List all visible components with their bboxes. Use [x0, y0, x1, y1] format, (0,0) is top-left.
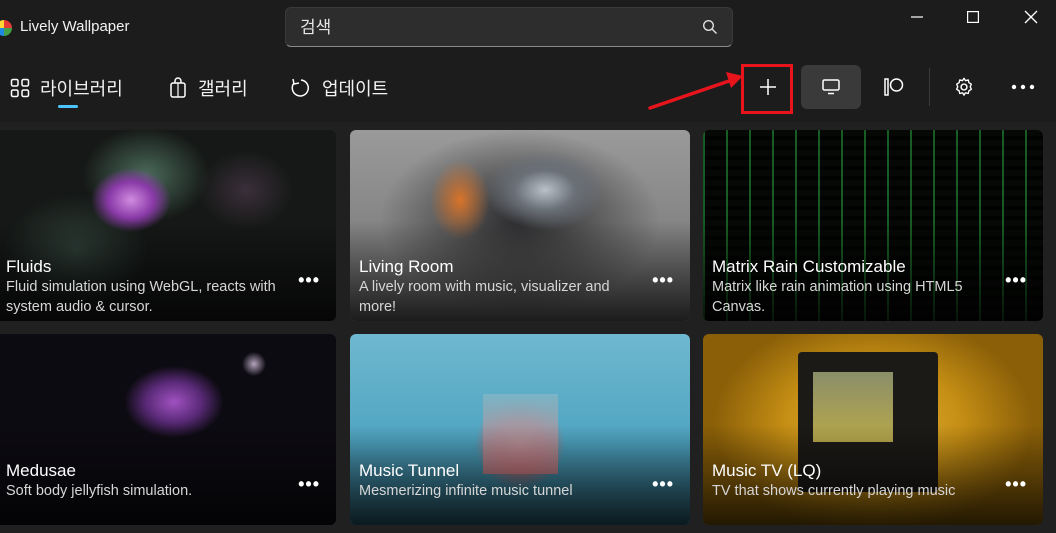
annotation-highlight-box: [741, 64, 793, 114]
wallpaper-more-button[interactable]: •••: [1005, 270, 1027, 291]
maximize-icon: [967, 11, 979, 23]
toolbar-divider: [929, 68, 930, 106]
wallpaper-card[interactable]: Fluids Fluid simulation using WebGL, rea…: [0, 130, 336, 321]
nav-library[interactable]: 라이브러리: [10, 74, 123, 102]
wallpaper-more-button[interactable]: •••: [298, 270, 320, 291]
wallpaper-description: TV that shows currently playing music: [712, 483, 956, 499]
wallpaper-description: Fluid simulation using WebGL, reacts wit…: [6, 279, 276, 315]
wallpaper-title: Matrix Rain Customizable: [712, 257, 906, 276]
close-button[interactable]: [1008, 0, 1054, 34]
wallpaper-more-button[interactable]: •••: [652, 474, 674, 495]
nav-update-label: 업데이트: [322, 79, 389, 100]
minimize-button[interactable]: [894, 0, 940, 34]
title-bar: Lively Wallpaper: [0, 0, 1056, 56]
wallpaper-title: Medusae: [6, 461, 76, 480]
wallpaper-description: A lively room with music, visualizer and…: [359, 279, 610, 315]
wallpaper-description: Soft body jellyfish simulation.: [6, 483, 193, 499]
search-box[interactable]: [285, 7, 733, 48]
patreon-button[interactable]: [864, 65, 924, 109]
wallpaper-card[interactable]: Music TV (LQ) TV that shows currently pl…: [703, 334, 1043, 525]
wallpaper-title: Living Room: [359, 257, 454, 276]
app-logo-icon: [0, 20, 12, 36]
refresh-icon: [291, 78, 310, 97]
wallpaper-card[interactable]: Living Room A lively room with music, vi…: [350, 130, 690, 321]
nav-update[interactable]: 업데이트: [290, 74, 388, 102]
nav-gallery-label: 갤러리: [198, 79, 248, 100]
nav-library-label: 라이브러리: [40, 79, 123, 100]
display-button[interactable]: [801, 65, 861, 109]
wallpaper-more-button[interactable]: •••: [1005, 474, 1027, 495]
close-icon: [1024, 10, 1038, 24]
search-input[interactable]: [298, 8, 682, 48]
more-options-button[interactable]: [993, 65, 1053, 109]
wallpaper-title: Music Tunnel: [359, 461, 460, 480]
app-title: Lively Wallpaper: [20, 18, 130, 35]
annotation-arrow: [648, 72, 743, 110]
wallpaper-description: Matrix like rain animation using HTML5 C…: [712, 279, 963, 315]
search-icon[interactable]: [702, 19, 718, 35]
monitor-icon: [822, 79, 840, 95]
patreon-icon: [884, 78, 904, 96]
grid-icon: [10, 78, 30, 98]
settings-button[interactable]: [934, 65, 994, 109]
wallpaper-more-button[interactable]: •••: [652, 270, 674, 291]
wallpaper-more-button[interactable]: •••: [298, 474, 320, 495]
wallpaper-title: Music TV (LQ): [712, 461, 822, 480]
wallpaper-card[interactable]: Music Tunnel Mesmerizing infinite music …: [350, 334, 690, 525]
wallpaper-description: Mesmerizing infinite music tunnel: [359, 483, 573, 499]
maximize-button[interactable]: [950, 0, 996, 34]
wallpaper-card[interactable]: Medusae Soft body jellyfish simulation. …: [0, 334, 336, 525]
minimize-icon: [911, 16, 923, 18]
nav-gallery[interactable]: 갤러리: [168, 74, 248, 102]
active-tab-indicator: [58, 105, 78, 108]
gear-icon: [955, 77, 973, 96]
wallpaper-card[interactable]: Matrix Rain Customizable Matrix like rai…: [703, 130, 1043, 321]
shopping-bag-icon: [170, 77, 186, 98]
more-icon: [1011, 84, 1035, 90]
wallpaper-grid: Fluids Fluid simulation using WebGL, rea…: [0, 122, 1056, 533]
wallpaper-title: Fluids: [6, 257, 52, 276]
